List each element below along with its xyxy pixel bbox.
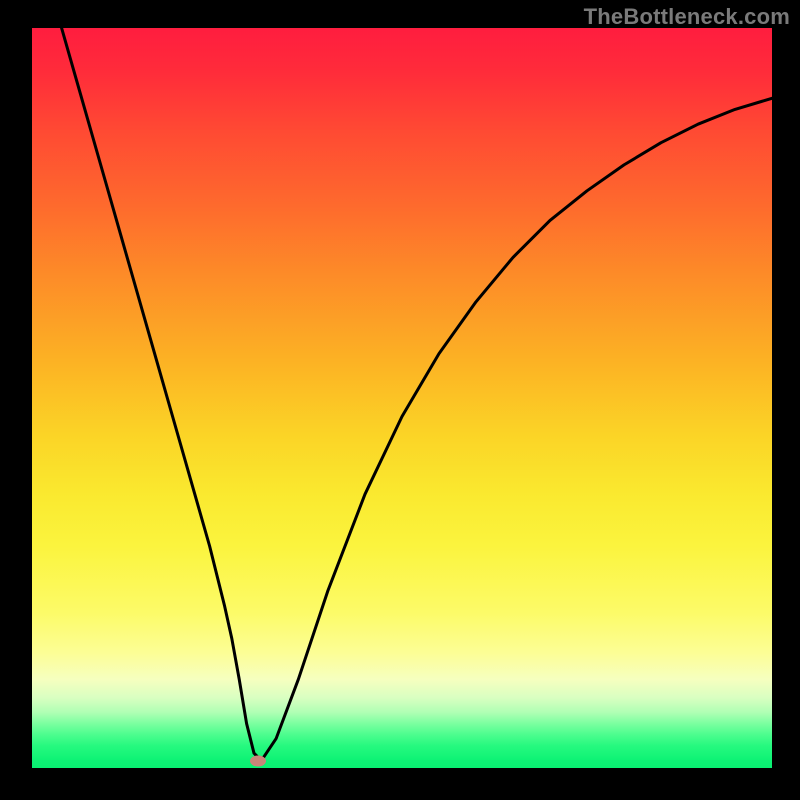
watermark-text: TheBottleneck.com <box>584 4 790 30</box>
plot-area <box>32 28 772 768</box>
min-marker <box>250 755 266 766</box>
bottleneck-curve <box>32 28 772 768</box>
chart-frame: TheBottleneck.com <box>0 0 800 800</box>
